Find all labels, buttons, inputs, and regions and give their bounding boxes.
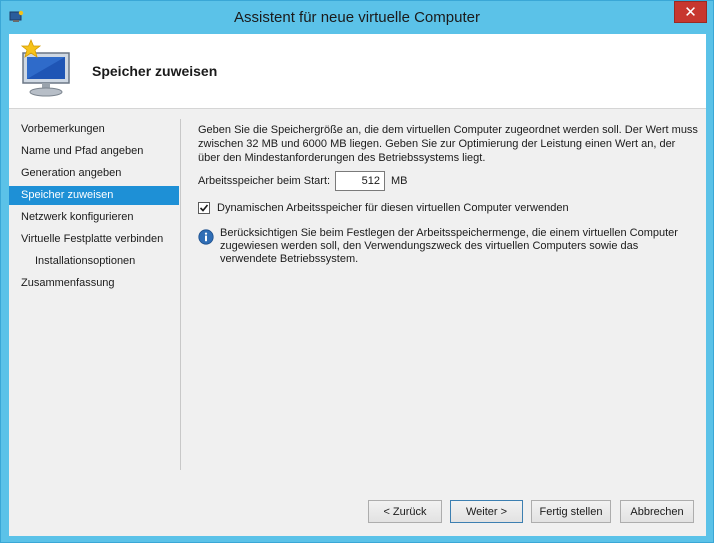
page-title: Speicher zuweisen [92, 63, 218, 79]
page-description: Geben Sie die Speichergröße an, die dem … [198, 124, 698, 164]
step-zusammenfassung[interactable]: Zusammenfassung [9, 274, 179, 293]
memory-unit-label: MB [391, 175, 408, 187]
step-installationsoptionen[interactable]: Installationsoptionen [9, 252, 179, 271]
step-name-und-pfad[interactable]: Name und Pfad angeben [9, 142, 179, 161]
step-speicher-zuweisen[interactable]: Speicher zuweisen [9, 186, 179, 205]
step-vorbemerkungen[interactable]: Vorbemerkungen [9, 120, 179, 139]
info-icon [198, 229, 214, 245]
startup-memory-row: Arbeitsspeicher beim Start: 512 MB [198, 171, 598, 193]
close-icon: ✕ [684, 4, 697, 21]
window-title: Assistent für neue virtuelle Computer [234, 9, 480, 26]
step-generation[interactable]: Generation angeben [9, 164, 179, 183]
step-netzwerk[interactable]: Netzwerk konfigurieren [9, 208, 179, 227]
check-icon [199, 204, 209, 212]
startup-memory-input[interactable]: 512 [335, 171, 385, 191]
page-content: Geben Sie die Speichergröße an, die dem … [198, 123, 698, 265]
dynamic-memory-label[interactable]: Dynamischen Arbeitsspeicher für diesen v… [217, 202, 569, 214]
info-text: Berücksichtigen Sie beim Festlegen der A… [220, 227, 678, 265]
startup-memory-label: Arbeitsspeicher beim Start: [198, 175, 331, 187]
dynamic-memory-checkbox[interactable] [198, 202, 210, 214]
dynamic-memory-row: Dynamischen Arbeitsspeicher für diesen v… [198, 201, 618, 217]
wizard-window: Assistent für neue virtuelle Computer ✕ … [0, 0, 714, 543]
new-vm-wizard-icon [15, 38, 75, 99]
wizard-client-area: Speicher zuweisen Vorbemerkungen Name un… [9, 34, 706, 536]
title-bar[interactable]: Assistent für neue virtuelle Computer ✕ [1, 1, 713, 34]
nav-separator [180, 119, 181, 470]
back-button[interactable]: < Zurück [368, 500, 442, 523]
next-button[interactable]: Weiter > [450, 500, 523, 523]
step-festplatte[interactable]: Virtuelle Festplatte verbinden [9, 230, 179, 249]
wizard-header: Speicher zuweisen [9, 34, 706, 109]
finish-button[interactable]: Fertig stellen [531, 500, 611, 523]
cancel-button[interactable]: Abbrechen [620, 500, 694, 523]
close-button[interactable]: ✕ [674, 1, 707, 23]
wizard-step-list: Vorbemerkungen Name und Pfad angeben Gen… [9, 109, 181, 469]
